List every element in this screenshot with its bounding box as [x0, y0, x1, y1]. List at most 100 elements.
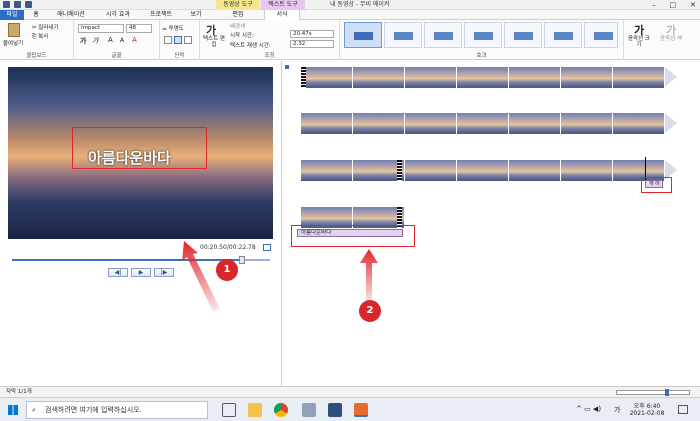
grow-font-button[interactable]: A [108, 36, 113, 44]
paragraph-group: ⚌ 투명도 단락 [160, 20, 200, 60]
start-time-label: 시작 시간: [230, 33, 254, 39]
annotation-box-mini-clip [641, 177, 672, 193]
save-icon[interactable] [3, 1, 10, 8]
start-time-input[interactable]: 20.47s [290, 30, 334, 38]
paste-icon[interactable] [8, 23, 20, 37]
storyboard-row-3[interactable] [301, 160, 677, 181]
italic-button[interactable]: 가 [92, 36, 98, 46]
annotation-arrow-1 [182, 241, 220, 312]
chrome-icon[interactable] [274, 403, 288, 417]
zoom-slider[interactable] [616, 389, 690, 396]
tab-file[interactable]: 파일 [0, 10, 24, 20]
align-center-icon[interactable] [174, 36, 182, 44]
effect-thumb-6[interactable] [544, 22, 582, 48]
bg-color-button[interactable]: 배경색 [230, 22, 245, 30]
context-tab-text-tools: 텍스트 도구 [261, 0, 305, 10]
font-color-button[interactable]: A [132, 36, 137, 44]
effect-thumb-1[interactable] [344, 22, 382, 48]
start-icon[interactable] [8, 405, 18, 415]
clipboard-group: 붙여넣기 ✂ 잘라내기 ⎘ 복사 클립보드 [0, 20, 74, 60]
effect-thumb-7[interactable] [584, 22, 618, 48]
fullscreen-icon[interactable] [263, 244, 271, 251]
previous-frame-button[interactable]: ◀| [108, 268, 128, 277]
clip-boundary-marker [397, 160, 402, 181]
outline-color-button[interactable]: 윤곽선 색 [658, 36, 684, 42]
notification-icon[interactable] [678, 405, 688, 414]
tab-animations[interactable]: 애니메이션 [48, 10, 94, 20]
input-language[interactable]: 가 [614, 405, 620, 415]
annotation-badge-2: 2 [359, 300, 381, 322]
copy-button[interactable]: ⎘ 복사 [32, 32, 48, 41]
close-icon[interactable]: ✕ [690, 0, 696, 10]
workspace: 아름다운바다 00:20.50/00:22.78 ◀| ▶ |▶ 1 개 아 아… [0, 61, 700, 386]
outline-group: 가 윤곽선 크기 가 윤곽선 색 [624, 20, 700, 60]
preview-pane: 아름다운바다 00:20.50/00:22.78 ◀| ▶ |▶ 1 [0, 61, 282, 386]
cut-button[interactable]: ✂ 잘라내기 [32, 23, 59, 31]
effects-group-label: 효과 [476, 53, 487, 59]
context-tab-video-tools: 동영상 도구 [216, 0, 260, 10]
outline-size-button[interactable]: 윤곽선 크기 [626, 36, 652, 48]
annotation-arrow-2 [360, 249, 378, 303]
effect-thumb-3[interactable] [424, 22, 462, 48]
next-frame-button[interactable]: |▶ [154, 268, 174, 277]
task-view-icon[interactable] [222, 403, 236, 417]
window-controls: – □ ✕ [652, 0, 696, 10]
status-bar: 자막 1/1개 [0, 386, 700, 397]
storyboard-row-1[interactable] [301, 67, 677, 88]
shrink-font-button[interactable]: A [120, 37, 124, 44]
file-explorer-icon[interactable] [248, 403, 262, 417]
tab-project[interactable]: 프로젝트 [142, 10, 180, 20]
effect-thumb-5[interactable] [504, 22, 542, 48]
tray-icons[interactable]: ^ ▭ ◀) [576, 405, 601, 413]
annotation-badge-1: 1 [216, 259, 238, 281]
clip-start-marker [301, 67, 306, 88]
tab-view[interactable]: 보기 [184, 10, 208, 20]
align-left-icon[interactable] [164, 36, 172, 44]
effects-group: 효과 [340, 20, 624, 60]
ribbon: 붙여넣기 ✂ 잘라내기 ⎘ 복사 클립보드 Impact 48 가 가 A A … [0, 20, 700, 60]
paragraph-group-label: 단락 [174, 53, 185, 59]
search-placeholder: 검색하려면 여기에 입력하십시오. [45, 406, 142, 414]
storyboard-pane: 개 아 아름다운바다 2 [283, 61, 700, 386]
adjust-group-label: 조정 [264, 53, 275, 59]
tab-visual-effects[interactable]: 시각 효과 [98, 10, 138, 20]
redo-icon[interactable] [25, 1, 32, 8]
playback-controls: ◀| ▶ |▶ [108, 268, 174, 277]
duration-input[interactable]: 2.32 [290, 40, 334, 48]
bold-button[interactable]: 가 [80, 36, 86, 46]
align-right-icon[interactable] [184, 36, 192, 44]
app-icon-2[interactable] [328, 403, 342, 417]
play-button[interactable]: ▶ [131, 268, 151, 277]
minimize-icon[interactable]: – [652, 0, 656, 10]
effect-thumb-4[interactable] [464, 22, 502, 48]
window-title: 내 동영상 - 무비 메이커 [330, 1, 390, 8]
title-bar: 동영상 도구 텍스트 도구 내 동영상 - 무비 메이커 – □ ✕ [0, 0, 700, 10]
movie-maker-taskbar-icon[interactable] [354, 403, 368, 417]
text-edit-button[interactable]: 텍스트 편집 [202, 36, 226, 48]
effect-thumb-2[interactable] [384, 22, 422, 48]
app-icon-1[interactable] [302, 403, 316, 417]
tab-format[interactable]: 서식 [264, 10, 300, 20]
undo-icon[interactable] [14, 1, 21, 8]
storyboard-row-2[interactable] [301, 113, 677, 134]
paste-button[interactable]: 붙여넣기 [3, 39, 23, 47]
maximize-icon[interactable]: □ [670, 0, 677, 10]
clipboard-group-label: 클립보드 [26, 53, 47, 59]
cut-label: 잘라내기 [38, 25, 59, 31]
quick-access-toolbar [3, 1, 32, 8]
ribbon-tabs: 파일 홈 애니메이션 시각 효과 프로젝트 보기 편집 서식 [0, 10, 700, 20]
transparency-button[interactable]: ⚌ 투명도 [162, 24, 184, 32]
taskbar-search[interactable]: ⌕ 검색하려면 여기에 입력하십시오. [26, 401, 208, 419]
search-icon: ⌕ [32, 406, 36, 414]
font-family-select[interactable]: Impact [78, 24, 124, 33]
clock-date[interactable]: 2021-02-08 [626, 410, 668, 417]
copy-label: 복사 [38, 34, 49, 40]
adjust-group: 가 텍스트 편집 배경색 시작 시간: 20.47s 텍스트 재생 시간: 2.… [200, 20, 340, 60]
annotation-box-text-clip [291, 225, 415, 247]
font-size-select[interactable]: 48 [126, 24, 152, 33]
clock-time[interactable]: 오후 6:40 [630, 401, 664, 410]
font-group-label: 글꼴 [111, 53, 122, 59]
annotation-box-caption [72, 127, 207, 169]
tab-edit[interactable]: 편집 [224, 10, 252, 20]
tab-home[interactable]: 홈 [28, 10, 44, 20]
